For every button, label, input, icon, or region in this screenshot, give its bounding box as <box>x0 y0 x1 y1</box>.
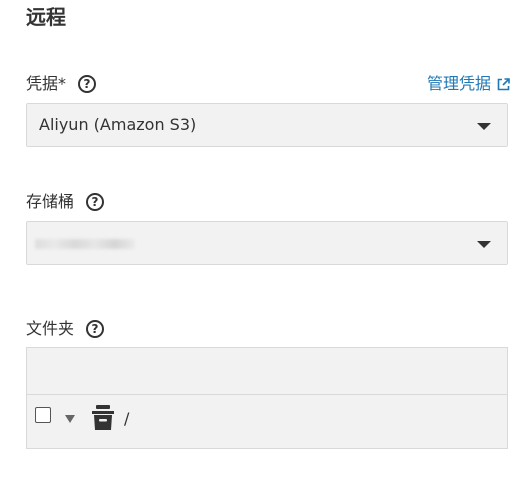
tree-row-root[interactable]: / <box>27 395 507 448</box>
help-icon[interactable]: ? <box>86 193 105 211</box>
section-title: 远程 <box>26 5 66 29</box>
credentials-label-row: 凭据* ? <box>26 73 97 95</box>
help-icon[interactable]: ? <box>86 320 105 338</box>
manage-credentials-label: 管理凭据 <box>426 74 491 93</box>
external-link-icon <box>497 77 510 90</box>
help-icon[interactable]: ? <box>78 75 97 93</box>
tree-root-label: / <box>124 409 130 428</box>
manage-credentials-link[interactable]: 管理凭据 <box>427 73 510 95</box>
bucket-select[interactable] <box>26 221 508 265</box>
bucket-icon <box>92 405 114 430</box>
tree-root-checkbox[interactable] <box>35 407 51 423</box>
folder-path-input[interactable] <box>27 348 507 395</box>
tree-expand-icon[interactable] <box>65 415 75 423</box>
redacted-bucket-value <box>35 239 135 249</box>
dropdown-caret-icon <box>477 241 491 248</box>
bucket-label-row: 存储桶 ? <box>26 191 105 213</box>
folder-picker: / <box>26 347 508 449</box>
folder-label-row: 文件夹 ? <box>26 318 105 340</box>
credentials-selected-value: Aliyun (Amazon S3) <box>39 115 197 134</box>
credentials-label: 凭据* <box>26 74 67 93</box>
dropdown-caret-icon <box>477 123 491 130</box>
credentials-select[interactable]: Aliyun (Amazon S3) <box>26 103 508 147</box>
bucket-label: 存储桶 <box>26 192 75 211</box>
folder-label: 文件夹 <box>26 319 75 338</box>
